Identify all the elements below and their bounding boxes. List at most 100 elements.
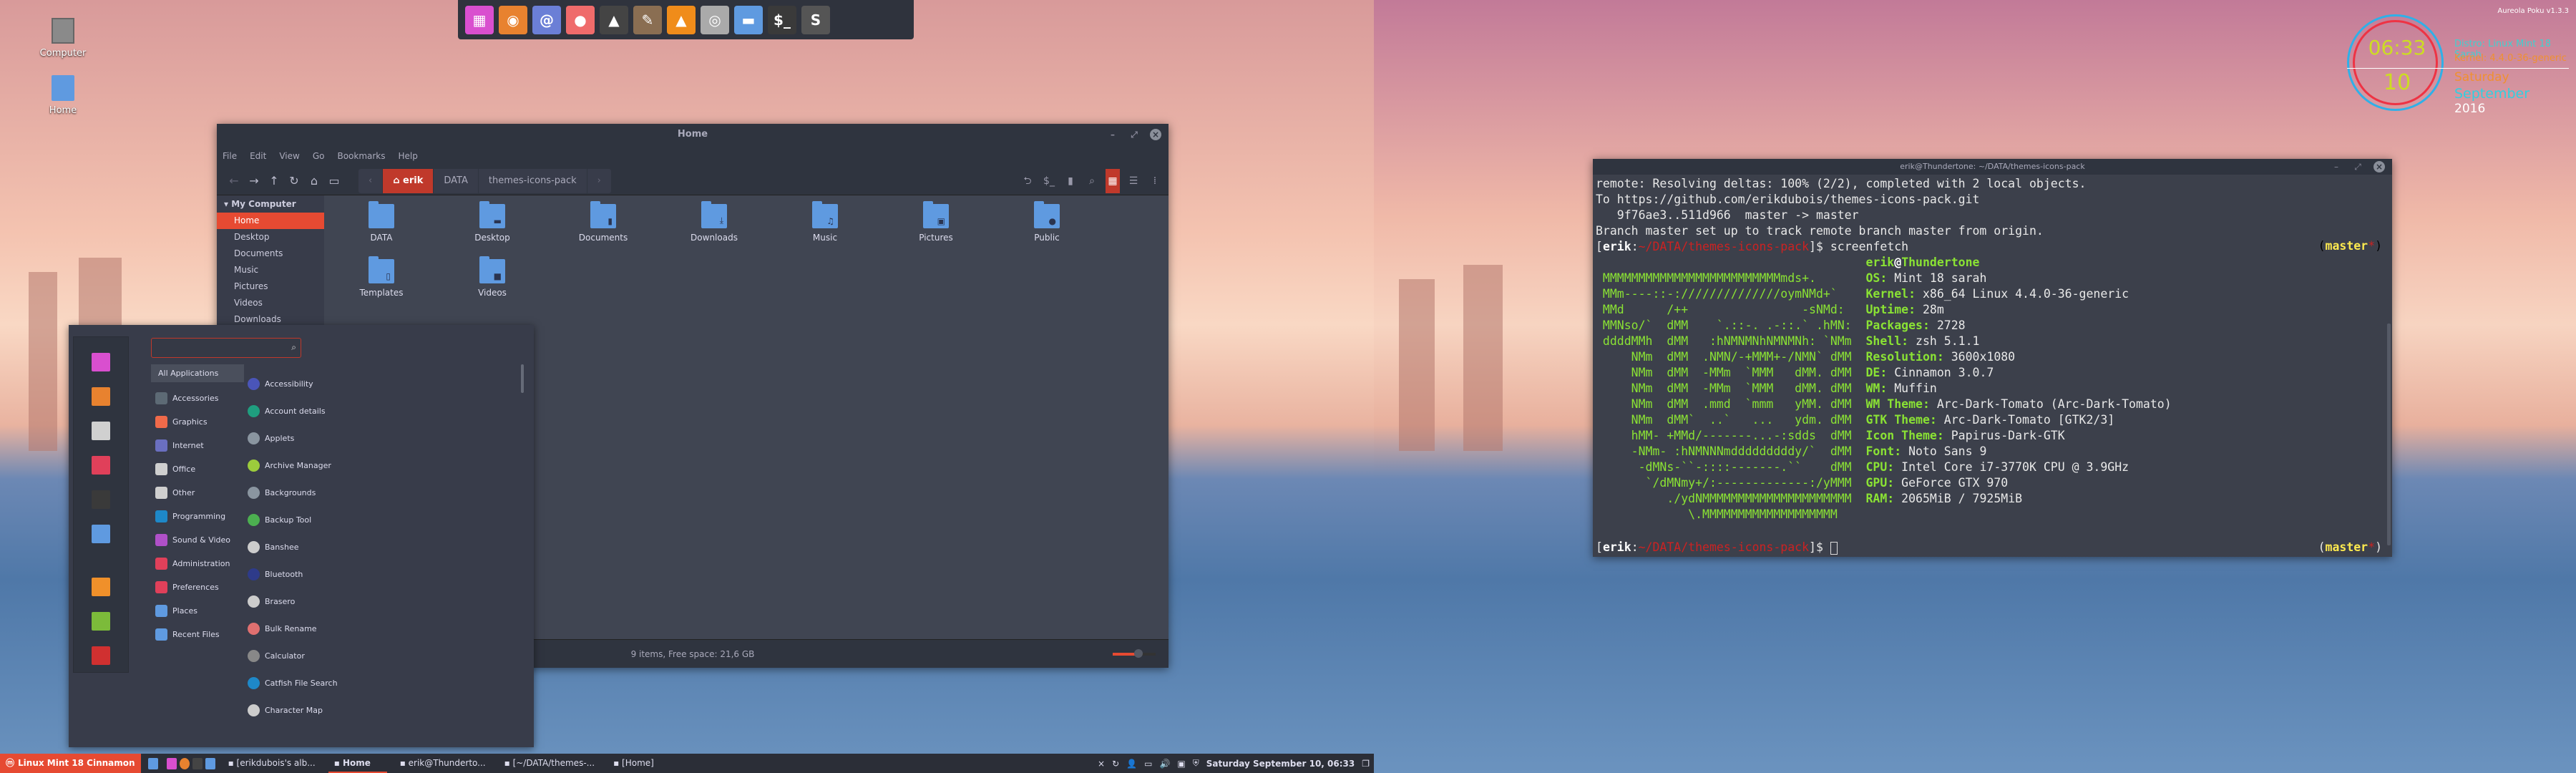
- window-titlebar[interactable]: erik@Thundertone: ~/DATA/themes-icons-pa…: [1593, 159, 2392, 175]
- desktop-icon-computer[interactable]: Computer: [31, 18, 95, 59]
- zoom-slider[interactable]: [1113, 649, 1156, 658]
- sidebar-item-videos[interactable]: Videos: [217, 295, 324, 311]
- app-item-backup-tool[interactable]: Backup Tool: [248, 506, 505, 533]
- dock-item-image-viewer[interactable]: ●: [566, 5, 595, 34]
- computer-button[interactable]: ▭: [324, 174, 344, 188]
- menu-grid-icon[interactable]: [166, 757, 177, 769]
- menu-file[interactable]: File: [223, 151, 237, 161]
- category-all-applications[interactable]: All Applications: [151, 364, 244, 382]
- file-item[interactable]: DATA: [346, 201, 417, 243]
- dock-item-files[interactable]: ▬: [734, 5, 763, 34]
- category-other[interactable]: Other: [151, 481, 244, 505]
- shield-icon[interactable]: ⛨: [1193, 758, 1199, 769]
- favorite-system-settings[interactable]: [92, 456, 110, 475]
- user-icon[interactable]: 👤: [1126, 759, 1137, 769]
- terminal-output[interactable]: remote: Resolving deltas: 100% (2/2), co…: [1593, 175, 2392, 524]
- display-icon[interactable]: ▭: [1144, 759, 1152, 769]
- sidebar-item-pictures[interactable]: Pictures: [217, 278, 324, 295]
- firefox-icon[interactable]: [179, 757, 190, 769]
- breadcrumb-erik[interactable]: ⌂ erik: [383, 168, 434, 193]
- breadcrumb-data[interactable]: DATA: [434, 168, 479, 193]
- category-places[interactable]: Places: [151, 599, 244, 623]
- taskbar-window-button[interactable]: ▪ Home: [328, 754, 387, 773]
- favorite-lock-screen[interactable]: [92, 578, 110, 596]
- menu-edit[interactable]: Edit: [250, 151, 266, 161]
- category-preferences[interactable]: Preferences: [151, 575, 244, 599]
- minimize-button[interactable]: –: [1107, 129, 1118, 140]
- breadcrumb-themes-icons-pack[interactable]: themes-icons-pack: [479, 168, 587, 193]
- sidebar-item-home[interactable]: Home: [217, 213, 324, 229]
- reload-button[interactable]: ↻: [284, 174, 304, 188]
- app-item-character-map[interactable]: Character Map: [248, 696, 505, 724]
- app-item-bluetooth[interactable]: Bluetooth: [248, 560, 505, 588]
- file-item[interactable]: ▣ Pictures: [900, 201, 972, 243]
- app-item-archive-manager[interactable]: Archive Manager: [248, 452, 505, 479]
- app-item-catfish-file-search[interactable]: Catfish File Search: [248, 669, 505, 696]
- terminal-icon[interactable]: $_: [1041, 169, 1057, 193]
- file-item[interactable]: ⤓ Downloads: [678, 201, 750, 243]
- maximize-button[interactable]: ⤢: [1128, 129, 1140, 140]
- maximize-button[interactable]: ⤢: [2352, 161, 2363, 172]
- home-button[interactable]: ⌂: [304, 174, 324, 188]
- terminal-prompt[interactable]: [erik:~/DATA/themes-icons-pack]$ (master…: [1596, 540, 2382, 555]
- category-sound-video[interactable]: Sound & Video: [151, 528, 244, 552]
- favorite-terminal[interactable]: [92, 490, 110, 509]
- app-item-brasero[interactable]: Brasero: [248, 588, 505, 615]
- close-button[interactable]: ×: [2373, 161, 2385, 172]
- start-menu-button[interactable]: ⓜ Linux Mint 18 Cinnamon: [0, 754, 141, 773]
- back-button[interactable]: ←: [224, 174, 244, 188]
- dock-item-sublime-text[interactable]: S: [801, 5, 830, 34]
- sidebar-section-my-computer[interactable]: ▾ My Computer: [217, 195, 324, 213]
- dock-item-gimp[interactable]: ✎: [633, 5, 662, 34]
- category-accessories[interactable]: Accessories: [151, 386, 244, 410]
- menu-view[interactable]: View: [279, 151, 299, 161]
- terminal-scrollbar[interactable]: [2387, 324, 2391, 545]
- menu-help[interactable]: Help: [399, 151, 418, 161]
- favorite-menu-grid[interactable]: [92, 353, 110, 371]
- app-item-accessibility[interactable]: Accessibility: [248, 370, 505, 397]
- window-titlebar[interactable]: Home – ⤢ ×: [217, 124, 1169, 145]
- photo-icon[interactable]: ▣: [1177, 759, 1185, 769]
- up-button[interactable]: ↑: [264, 174, 284, 188]
- menu-search-field[interactable]: ⌕: [151, 338, 301, 358]
- sidebar-item-documents[interactable]: Documents: [217, 245, 324, 262]
- search-icon[interactable]: ⌕: [1084, 169, 1100, 193]
- sidebar-item-music[interactable]: Music: [217, 262, 324, 278]
- app-item-account-details[interactable]: Account details: [248, 397, 505, 424]
- close-tray-icon[interactable]: ×: [1098, 759, 1105, 769]
- favorite-software-manager[interactable]: [92, 422, 110, 440]
- category-office[interactable]: Office: [151, 457, 244, 481]
- dock-item-menu-grid[interactable]: ▦: [465, 5, 494, 34]
- app-item-bulk-rename[interactable]: Bulk Rename: [248, 615, 505, 642]
- clock[interactable]: Saturday September 10, 06:33: [1206, 759, 1355, 769]
- menu-search-input[interactable]: [152, 339, 280, 357]
- menu-bookmarks[interactable]: Bookmarks: [337, 151, 385, 161]
- file-item[interactable]: ▮ Documents: [567, 201, 639, 243]
- category-recent-files[interactable]: Recent Files: [151, 623, 244, 646]
- favorite-download[interactable]: [92, 612, 110, 631]
- sidebar-item-desktop[interactable]: Desktop: [217, 229, 324, 245]
- new-document-icon[interactable]: ▮: [1063, 169, 1078, 193]
- dock-item-inkscape[interactable]: ▲: [600, 5, 628, 34]
- desktop-icon-home[interactable]: Home: [31, 75, 95, 116]
- category-internet[interactable]: Internet: [151, 434, 244, 457]
- favorite-files[interactable]: [92, 525, 110, 543]
- icon-view-button[interactable]: ▦: [1106, 169, 1120, 193]
- update-icon[interactable]: ↻: [1112, 759, 1119, 769]
- favorite-firefox[interactable]: [92, 387, 110, 406]
- category-administration[interactable]: Administration: [151, 552, 244, 575]
- file-item[interactable]: ● Public: [1011, 201, 1083, 243]
- app-item-banshee[interactable]: Banshee: [248, 533, 505, 560]
- file-item[interactable]: ▬ Desktop: [457, 201, 528, 243]
- app-item-applets[interactable]: Applets: [248, 424, 505, 452]
- taskbar-window-button[interactable]: ▪ [~/DATA/themes-...: [499, 754, 600, 773]
- dock-item-video-player[interactable]: ◎: [701, 5, 729, 34]
- volume-icon[interactable]: 🔊: [1159, 759, 1170, 769]
- category-programming[interactable]: Programming: [151, 505, 244, 528]
- file-item[interactable]: ♫ Music: [789, 201, 861, 243]
- taskbar-window-button[interactable]: ▪ [erikdubois's alb...: [223, 754, 321, 773]
- application-list-scrollbar[interactable]: [521, 364, 524, 393]
- file-item[interactable]: ■ Videos: [457, 256, 528, 298]
- workspace-switcher-icon[interactable]: ❐: [1362, 759, 1370, 769]
- compact-view-button[interactable]: ⁞: [1147, 169, 1163, 193]
